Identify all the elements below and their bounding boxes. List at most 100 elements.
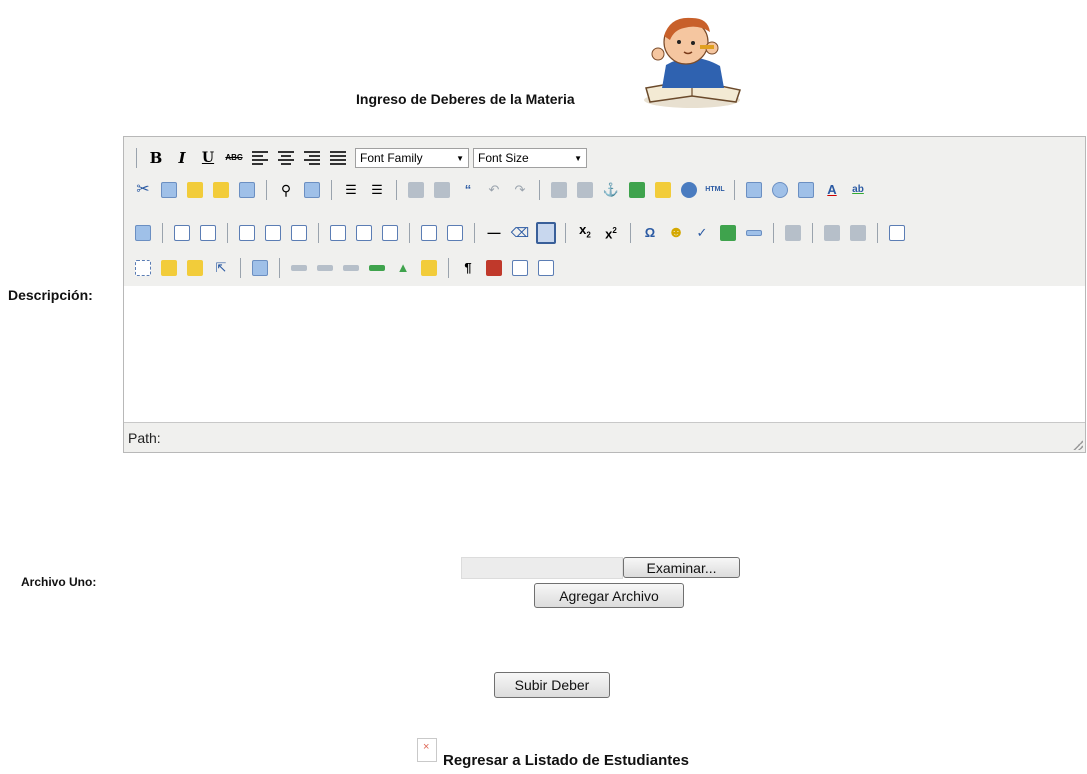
find-button[interactable]: ⚲ <box>276 180 296 200</box>
font-family-select[interactable]: Font Family ▼ <box>355 148 469 168</box>
copy-button[interactable] <box>159 180 179 200</box>
template-button[interactable] <box>510 258 530 278</box>
undo-button[interactable]: ↶ <box>484 180 504 200</box>
split-cells-button[interactable] <box>419 223 439 243</box>
paste-word-button[interactable] <box>237 180 257 200</box>
add-file-button[interactable]: Agregar Archivo <box>534 583 684 608</box>
fullscreen-button[interactable] <box>887 223 907 243</box>
blockquote-button[interactable]: “ <box>458 180 478 200</box>
acronym-icon <box>317 265 333 271</box>
submit-homework-button[interactable]: Subir Deber <box>494 672 610 698</box>
paste-text-button[interactable] <box>211 180 231 200</box>
separator <box>240 258 241 278</box>
bullet-list-button[interactable]: ☰ <box>341 180 361 200</box>
print-button[interactable] <box>783 223 803 243</box>
unlink-icon <box>577 182 593 198</box>
html-icon: HTML <box>705 186 725 193</box>
spellcheck-icon: ✓ <box>696 225 708 240</box>
unlink-button[interactable] <box>575 180 595 200</box>
cleanup-button[interactable] <box>653 180 673 200</box>
special-char-button[interactable]: Ω <box>640 223 660 243</box>
resize-handle[interactable] <box>1073 440 1083 450</box>
ltr-button[interactable] <box>822 223 842 243</box>
table-button[interactable] <box>536 222 556 244</box>
align-right-button[interactable] <box>302 148 322 168</box>
insert-layer-button[interactable] <box>133 258 153 278</box>
anchor-button[interactable]: ⚓ <box>601 180 621 200</box>
style-props-button[interactable] <box>250 258 270 278</box>
background-color-button[interactable]: ab <box>848 180 868 200</box>
paste-button[interactable] <box>185 180 205 200</box>
acronym-button[interactable] <box>315 258 335 278</box>
absolute-icon: ⇱ <box>215 260 227 275</box>
editor-content-area[interactable] <box>124 286 1085 423</box>
horizontal-rule-button[interactable]: — <box>484 223 504 243</box>
preview-button[interactable] <box>796 180 816 200</box>
spellcheck-button[interactable]: ✓ <box>692 223 712 243</box>
attribs-button[interactable] <box>419 258 439 278</box>
subscript-button[interactable]: x2 <box>575 222 595 243</box>
insert-row-before-button[interactable] <box>237 223 257 243</box>
merge-cells-button[interactable] <box>445 223 465 243</box>
insert-date-button[interactable] <box>744 180 764 200</box>
remove-format-button[interactable]: ⌫ <box>510 223 530 243</box>
align-center-button[interactable] <box>276 148 296 168</box>
emoticon-button[interactable]: ☻ <box>666 223 686 243</box>
font-color-button[interactable]: A <box>822 180 842 200</box>
outdent-button[interactable] <box>406 180 426 200</box>
toolbar-row-1: B I U ABC Font Family ▼ Font Size ▼ <box>130 143 587 173</box>
move-backward-button[interactable] <box>185 258 205 278</box>
font-size-value: Font Size <box>478 151 529 165</box>
strikethrough-button[interactable]: ABC <box>224 148 244 168</box>
help-button[interactable] <box>679 180 699 200</box>
chevron-down-icon: ▼ <box>574 153 582 163</box>
page-break-button[interactable] <box>536 258 556 278</box>
insert-col-after-button[interactable] <box>354 223 374 243</box>
redo-button[interactable]: ↷ <box>510 180 530 200</box>
replace-button[interactable] <box>302 180 322 200</box>
link-icon <box>551 182 567 198</box>
separator <box>136 148 137 168</box>
backward-icon <box>187 260 203 276</box>
file-one-label: Archivo Uno: <box>21 575 97 589</box>
link-button[interactable] <box>549 180 569 200</box>
help-icon <box>681 182 697 198</box>
browse-button[interactable]: Examinar... <box>623 557 740 578</box>
rtl-button[interactable] <box>848 223 868 243</box>
table-cell-props-button[interactable] <box>198 223 218 243</box>
delete-col-button[interactable] <box>380 223 400 243</box>
bold-button[interactable]: B <box>146 148 166 168</box>
font-size-select[interactable]: Font Size ▼ <box>473 148 587 168</box>
cite-button[interactable] <box>289 258 309 278</box>
insert-time-button[interactable] <box>770 180 790 200</box>
edit-css-button[interactable] <box>133 223 153 243</box>
numbered-list-button[interactable]: ☰ <box>367 180 387 200</box>
back-to-students-link[interactable]: Regresar a Listado de Estudiantes <box>443 752 689 769</box>
file-path-field[interactable] <box>461 557 623 579</box>
image-button[interactable] <box>627 180 647 200</box>
cut-button[interactable]: ✂ <box>133 180 153 200</box>
smiley-icon: ☻ <box>667 224 685 241</box>
media-button[interactable] <box>718 223 738 243</box>
align-left-button[interactable] <box>250 148 270 168</box>
absolute-button[interactable]: ⇱ <box>211 258 231 278</box>
html-button[interactable]: HTML <box>705 180 725 200</box>
delete-text-button[interactable] <box>367 258 387 278</box>
delete-row-button[interactable] <box>289 223 309 243</box>
table-row-props-button[interactable] <box>172 223 192 243</box>
superscript-button[interactable]: x2 <box>601 223 621 243</box>
visual-chars-button[interactable]: ¶ <box>458 258 478 278</box>
move-forward-button[interactable] <box>159 258 179 278</box>
advanced-hr-button[interactable] <box>744 223 764 243</box>
insert-text-button[interactable]: ▲ <box>393 258 413 278</box>
indent-button[interactable] <box>432 180 452 200</box>
subscript-icon: x2 <box>579 222 591 240</box>
non-breaking-button[interactable] <box>484 258 504 278</box>
italic-button[interactable]: I <box>172 148 192 168</box>
pilcrow-icon: ¶ <box>464 260 472 275</box>
insert-col-before-button[interactable] <box>328 223 348 243</box>
underline-button[interactable]: U <box>198 148 218 168</box>
abbr-button[interactable] <box>341 258 361 278</box>
align-justify-button[interactable] <box>328 148 348 168</box>
insert-row-after-button[interactable] <box>263 223 283 243</box>
